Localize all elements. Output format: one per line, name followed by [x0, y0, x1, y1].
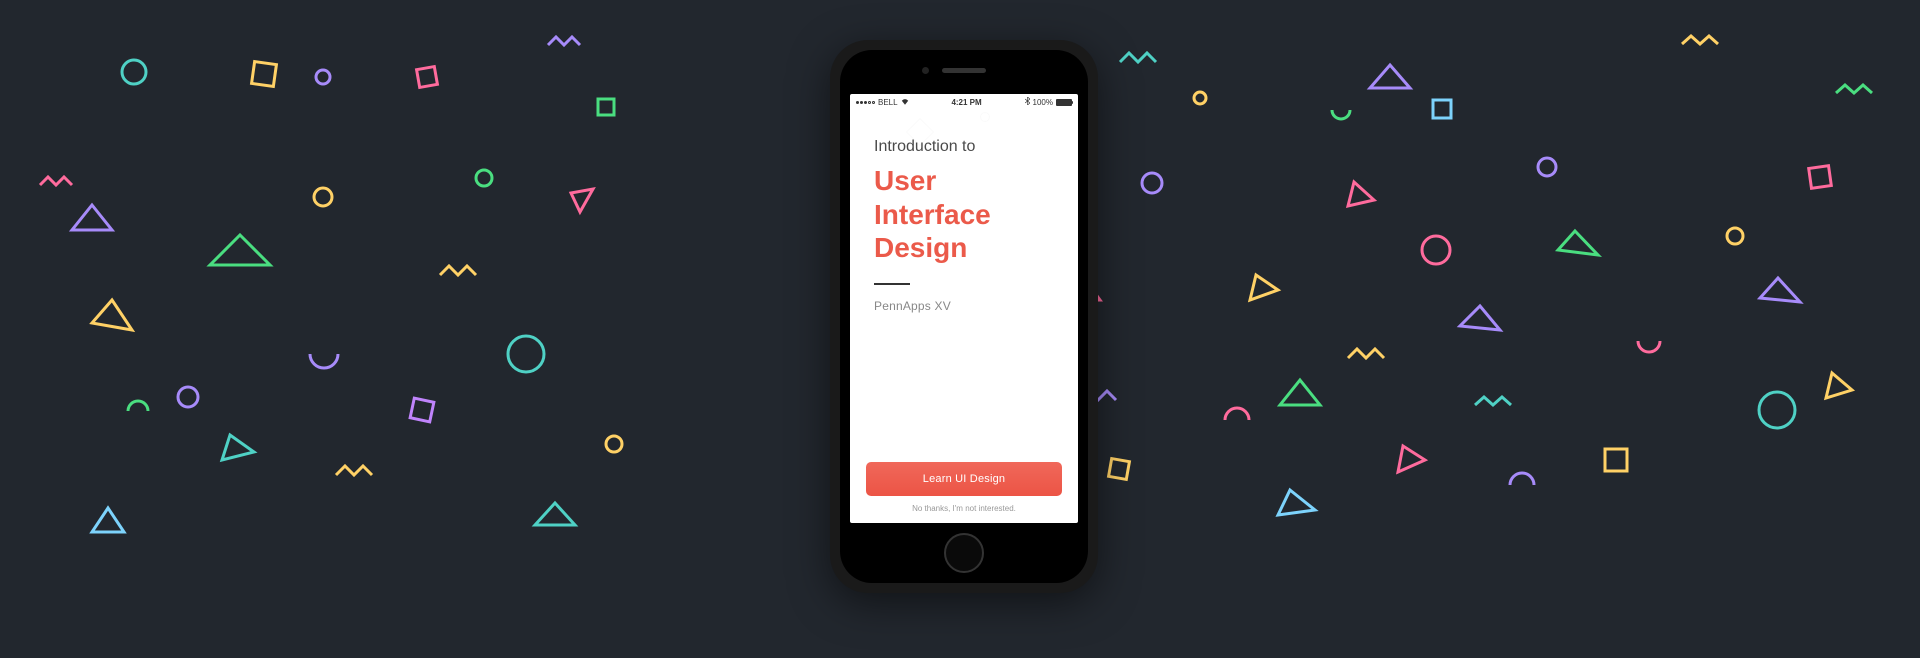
- phone-speaker: [942, 68, 986, 73]
- phone-screen: BELL 4:21 PM 100% Introduction to: [850, 94, 1078, 523]
- subtitle-label: PennApps XV: [874, 299, 1054, 313]
- battery-icon: [1056, 99, 1072, 106]
- intro-label: Introduction to: [874, 138, 1054, 156]
- phone-mockup: BELL 4:21 PM 100% Introduction to: [830, 40, 1098, 593]
- phone-inner: BELL 4:21 PM 100% Introduction to: [840, 50, 1088, 583]
- battery-percent: 100%: [1033, 98, 1053, 107]
- bottom-actions: Learn UI Design No thanks, I'm not inter…: [850, 462, 1078, 523]
- status-time: 4:21 PM: [951, 98, 981, 107]
- main-title: User Interface Design: [874, 164, 1054, 265]
- status-bar-left: BELL: [856, 98, 909, 107]
- carrier-label: BELL: [878, 98, 898, 107]
- status-bar-right: 100%: [1025, 97, 1072, 107]
- divider-line: [874, 283, 910, 285]
- deco-circle-icon: [980, 112, 990, 122]
- bluetooth-icon: [1025, 97, 1030, 107]
- title-line-2: Interface: [874, 198, 1054, 232]
- signal-icon: [856, 101, 875, 104]
- learn-button[interactable]: Learn UI Design: [866, 462, 1062, 496]
- home-button[interactable]: [944, 533, 984, 573]
- no-thanks-link[interactable]: No thanks, I'm not interested.: [866, 504, 1062, 513]
- wifi-icon: [901, 98, 909, 107]
- title-line-1: User: [874, 164, 1054, 198]
- title-line-3: Design: [874, 231, 1054, 265]
- status-bar: BELL 4:21 PM 100%: [850, 94, 1078, 110]
- phone-camera-icon: [922, 67, 929, 74]
- screen-content: Introduction to User Interface Design Pe…: [850, 110, 1078, 462]
